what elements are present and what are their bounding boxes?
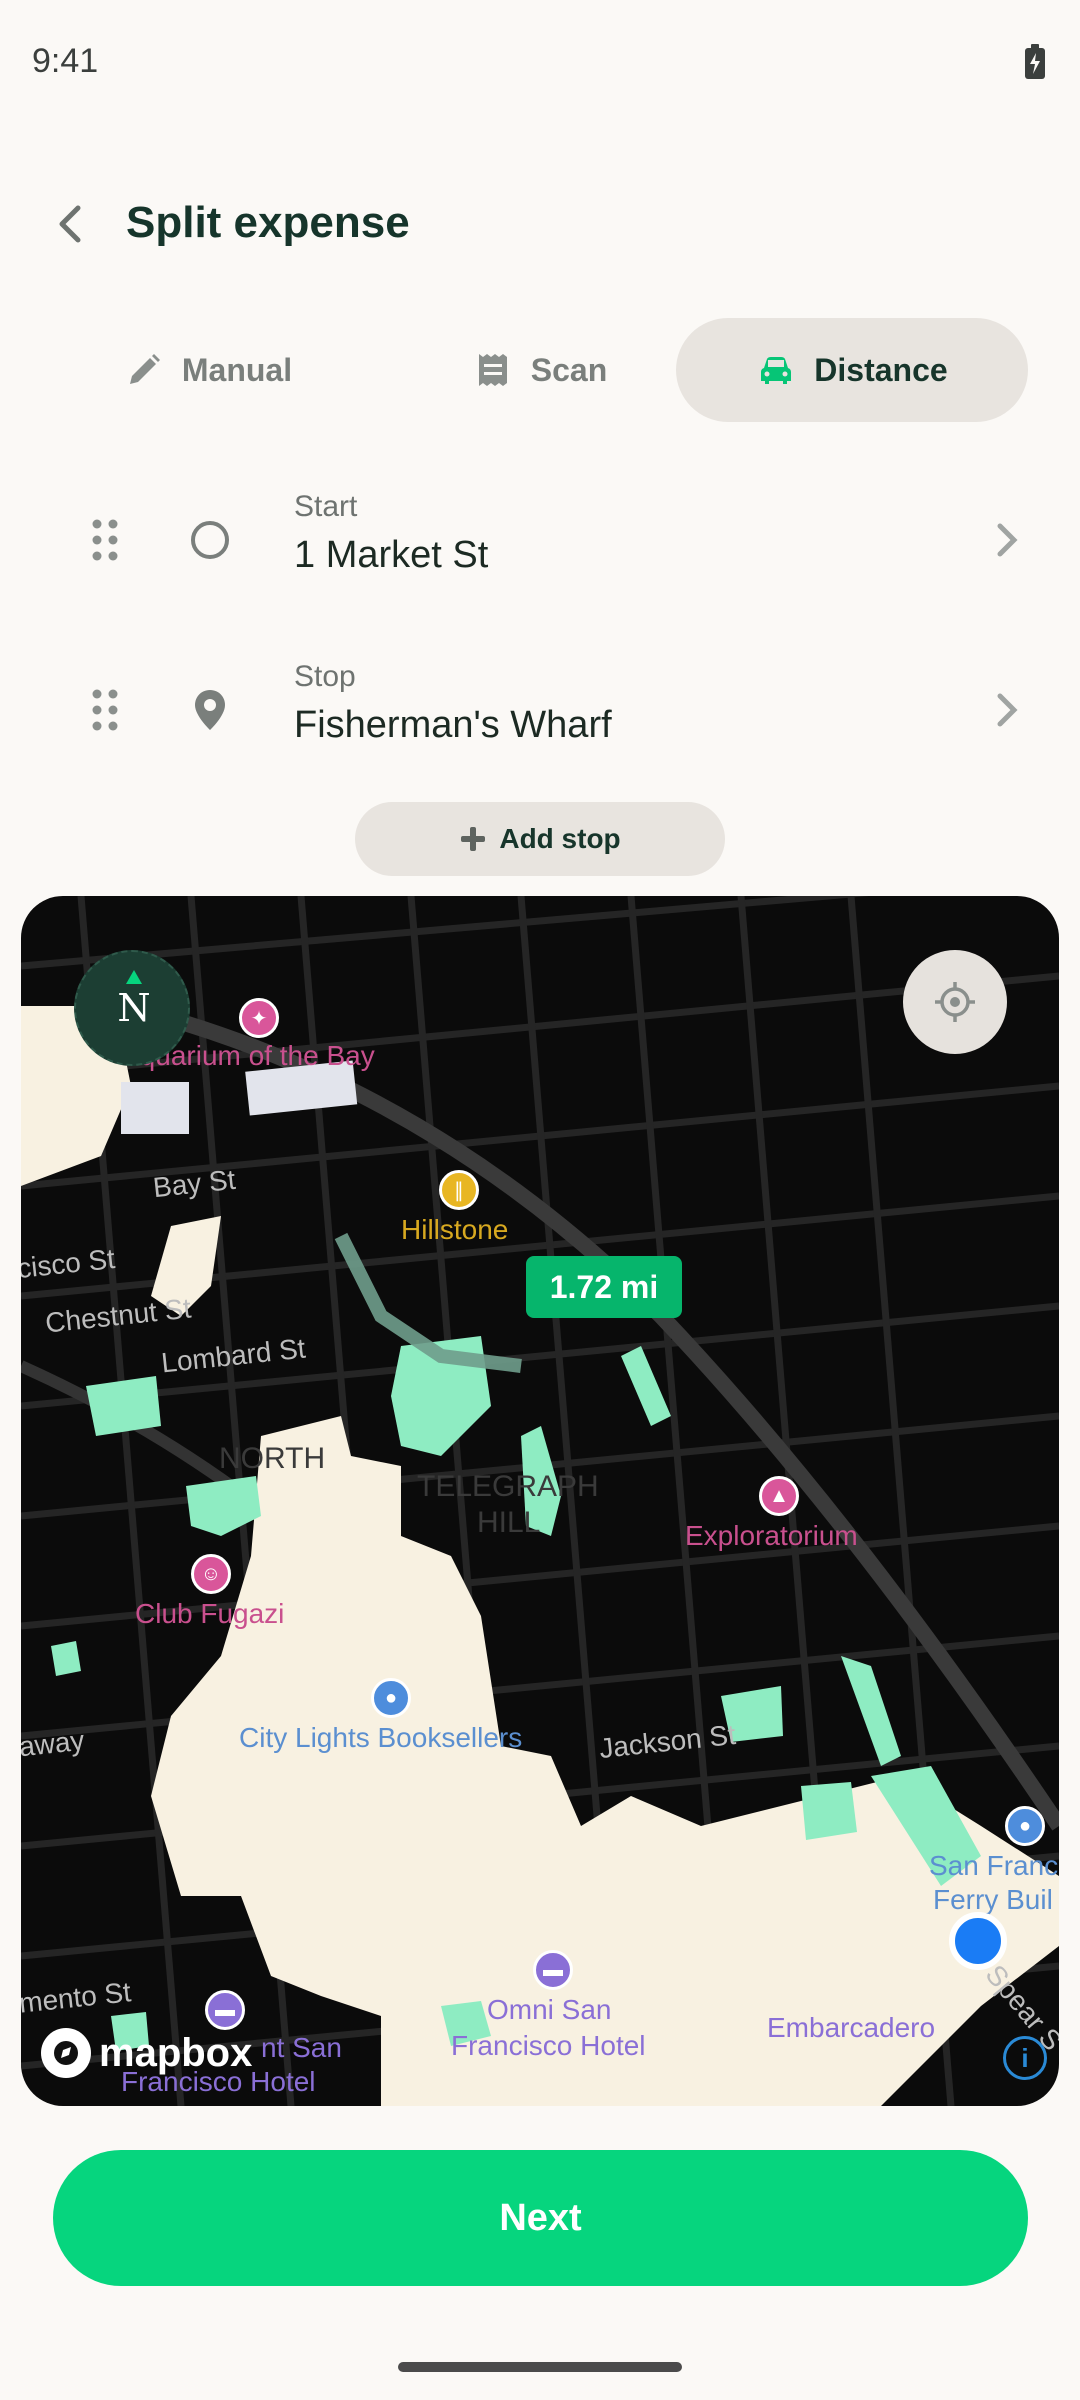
district-label: TELEGRAPH [417,1470,599,1503]
poi-label: nt San [261,2032,342,2063]
tab-distance-label: Distance [814,351,948,388]
poi-label: Exploratorium [685,1520,858,1551]
tab-scan[interactable]: Scan [390,318,690,422]
theater-poi-icon[interactable]: ☺ [191,1554,231,1594]
compass-north-label: N [117,986,151,1030]
tab-manual[interactable]: Manual [48,318,368,422]
compass-north-pointer [126,970,142,984]
chevron-right-icon [997,693,1018,727]
mapbox-wordmark: mapbox [99,2030,253,2075]
chevron-right-icon [997,523,1018,557]
back-arrow-icon[interactable] [48,200,96,248]
mapbox-logo[interactable]: mapbox [41,2028,252,2078]
expense-mode-tabs: Manual Scan Distance [48,318,1028,422]
tab-distance[interactable]: Distance [676,318,1028,422]
stop-address: Fisherman's Wharf [294,704,612,746]
current-location-dot [949,1912,1007,1970]
poi-label: City Lights Booksellers [239,1722,523,1753]
route-map[interactable]: Bay St cisco St Chestnut St Lombard St J… [21,896,1059,2106]
route-stop-row[interactable]: Stop Fisherman's Wharf [0,638,1080,778]
stop-label: Stop [294,660,356,693]
compass-button[interactable]: N [74,950,190,1066]
restaurant-poi-icon[interactable]: ∥ [439,1170,479,1210]
poi-label: Club Fugazi [135,1598,285,1629]
car-icon [761,357,792,384]
attribution-info-icon[interactable]: i [1003,2036,1047,2080]
drag-handle-icon[interactable] [90,518,120,562]
poi-label: Francisco Hotel [451,2030,646,2061]
hotel-poi-icon[interactable]: ▬ [205,1990,245,2030]
next-button[interactable]: Next [53,2150,1028,2286]
start-label: Start [294,490,358,523]
pencil-icon [129,354,160,384]
home-indicator[interactable] [398,2362,682,2372]
poi-label: Ferry Buil [933,1884,1053,1915]
drag-handle-icon[interactable] [90,688,120,732]
tab-manual-label: Manual [181,351,293,388]
route-start-row[interactable]: Start 1 Market St [0,468,1080,608]
district-label: NORTH [219,1442,326,1475]
shopping-bag-poi-icon[interactable]: ● [371,1678,411,1718]
my-location-button[interactable] [903,950,1007,1054]
street-label: away [21,1724,86,1763]
status-bar: 9:41 [0,0,1080,120]
plus-icon [461,827,486,851]
status-time: 9:41 [32,42,99,80]
location-pin-icon [195,690,225,730]
tab-scan-label: Scan [530,351,608,388]
hotel-poi-icon[interactable]: ▬ [533,1950,573,1990]
poi-label: Omni San [487,1994,612,2025]
museum-poi-icon[interactable]: ▲ [759,1476,799,1516]
shopping-bag-poi-icon[interactable]: ● [1005,1806,1045,1846]
aquarium-poi-icon[interactable]: ✦ [239,998,279,1038]
poi-label: Hillstone [401,1214,509,1245]
receipt-icon [478,354,507,386]
battery-charging-icon [1025,44,1045,79]
crosshair-icon [935,982,975,1022]
add-stop-label: Add stop [499,823,621,854]
add-stop-button[interactable]: Add stop [355,802,725,876]
district-label: HILL [477,1506,541,1539]
poi-label: San Franc [929,1850,1059,1881]
app-header: Split expense [0,180,1080,270]
start-address: 1 Market St [294,534,489,576]
poi-label: Embarcadero [767,2012,936,2043]
distance-badge: 1.72 mi [526,1256,682,1318]
page-title: Split expense [126,198,410,247]
start-circle-icon [191,521,229,559]
mapbox-logo-icon [41,2028,91,2078]
